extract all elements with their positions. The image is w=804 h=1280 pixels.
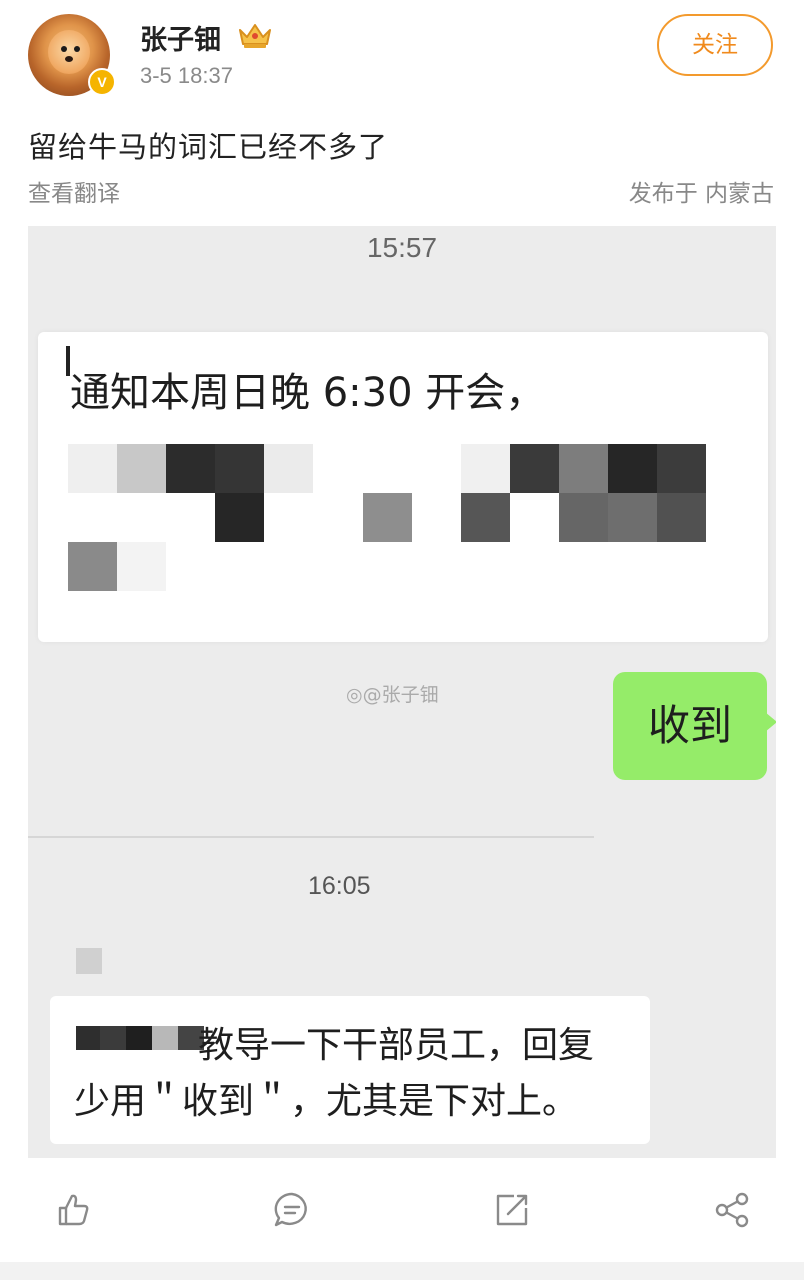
chat-reply: 收到: [647, 701, 732, 750]
weibo-logo-icon: ◎: [346, 684, 363, 706]
post-location: 发布于 内蒙古: [628, 181, 774, 207]
comment-icon[interactable]: [272, 1190, 312, 1230]
repost-icon[interactable]: [492, 1190, 532, 1230]
translate-link[interactable]: 查看翻译: [28, 174, 120, 208]
post-image[interactable]: 15:57 通知本周日晚 6:30 开会， ◎@张子钿 收到 16:05 教导一…: [28, 226, 776, 1158]
chat-divider: [28, 836, 594, 838]
author-name[interactable]: 张子钿: [140, 18, 221, 57]
chat-message-2-line-2: 少用＂收到＂，尤其是下对上。: [74, 1081, 579, 1122]
watermark-text: @张子钿: [362, 684, 439, 706]
chat-time-2: 16:05: [308, 872, 371, 900]
chat-time-1: 15:57: [366, 232, 438, 263]
share-icon[interactable]: [712, 1190, 752, 1230]
watermark: ◎@张子钿: [346, 680, 439, 707]
bottom-strip: [0, 1262, 804, 1280]
mosaic-censor-2: [76, 1026, 204, 1050]
verified-badge-icon: V: [88, 68, 116, 96]
post-timestamp: 3-5 18:37: [140, 63, 233, 88]
sender-avatar-censored: [76, 948, 102, 974]
crown-icon: [239, 24, 271, 48]
chat-message-2-line-1: 教导一下干部员工，回复: [198, 1025, 595, 1066]
like-icon[interactable]: [52, 1190, 92, 1230]
action-bar: [0, 1170, 804, 1254]
follow-button[interactable]: 关注: [657, 14, 773, 76]
chat-message-1: 通知本周日晚 6:30 开会，: [70, 370, 546, 416]
post-text: 留给牛马的词汇已经不多了: [28, 130, 389, 164]
